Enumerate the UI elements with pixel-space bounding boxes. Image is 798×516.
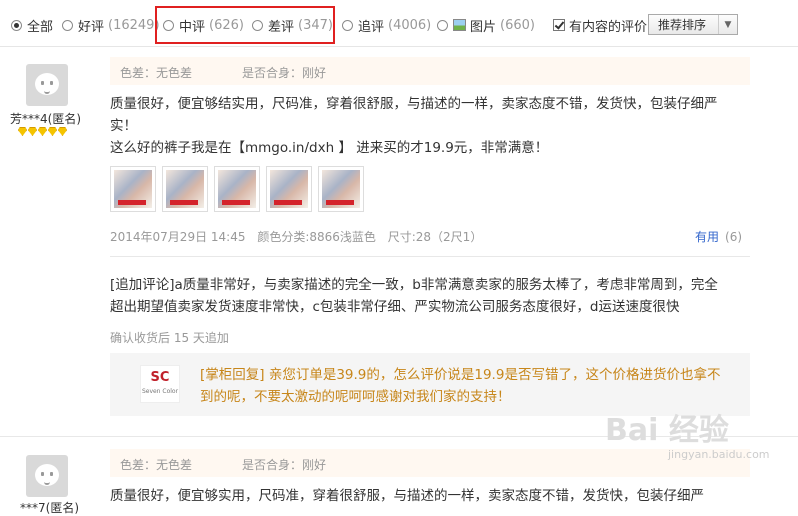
review-text-line: 实！ <box>110 118 137 134</box>
watermark-url: jingyan.baidu.com <box>668 448 770 461</box>
filter-good-label: 好评 <box>78 19 105 35</box>
radio-icon[interactable] <box>342 19 353 31</box>
buyer-level-badge <box>18 127 67 136</box>
fit-info: 是否合身：刚好 <box>242 66 327 80</box>
diamond-icon <box>28 127 37 136</box>
filter-picture-label: 图片 <box>470 19 497 35</box>
sort-dropdown-value: 推荐排序 <box>658 18 707 32</box>
fit-info: 是否合身：刚好 <box>242 458 327 472</box>
review-photo-thumbnail[interactable] <box>266 166 312 212</box>
radio-icon[interactable] <box>11 19 22 31</box>
reviewer-name: 芳***4(匿名) <box>10 112 81 126</box>
shop-logo-mark: SC <box>150 370 170 385</box>
filter-followup[interactable]: 追评 (4006) <box>342 15 431 35</box>
review-photo-thumbnail[interactable] <box>162 166 208 212</box>
filter-picture-count: (660) <box>500 17 535 33</box>
filter-all-label: 全部 <box>27 19 54 35</box>
useful-count: (6) <box>725 230 743 244</box>
review-text: 质量很好，便宜够结实用，尺码准，穿着很舒服，与描述的一样，卖家态度不错，发货快，… <box>110 93 742 159</box>
avatar-eye <box>50 472 53 476</box>
filter-with-content[interactable]: 有内容的评价 <box>553 15 647 35</box>
size-info: 尺寸:28（2尺1） <box>387 230 483 244</box>
review-photo-thumbnail[interactable] <box>318 166 364 212</box>
filter-good-count: (16249) <box>108 17 160 33</box>
followup-text: [追加评论]a质量非常好，与卖家描述的完全一致，b非常满意卖家的服务太棒了，考虑… <box>110 274 742 318</box>
filter-good[interactable]: 好评 (16249) <box>62 15 160 35</box>
review-meta-bar: 色差：无色差 是否合身：刚好 <box>110 449 750 477</box>
diamond-icon <box>38 127 47 136</box>
watermark-logo: Bai 经验 <box>605 413 729 448</box>
filter-followup-count: (4006) <box>388 17 432 33</box>
diamond-icon <box>48 127 57 136</box>
diamond-icon <box>18 127 27 136</box>
review-photo-thumbnail[interactable] <box>214 166 260 212</box>
followup-text-line: 超出期望值卖家发货速度非常快，c包装非常仔细、严实物流公司服务态度很好，d运送速… <box>110 299 680 315</box>
radio-icon[interactable] <box>437 19 448 31</box>
review-photos <box>110 166 364 212</box>
filter-picture[interactable]: 图片 (660) <box>437 15 535 35</box>
review-date: 2014年07月29日 14:45 <box>110 230 246 244</box>
reviewer-name: ***7(匿名) <box>20 501 79 515</box>
review-text: 质量很好，便宜够实用，尺码准，穿着很舒服，与描述的一样，卖家态度不错，发货快，包… <box>110 485 742 507</box>
seller-reply-line: [掌柜回复] 亲您订单是39.9的，怎么评价说是19.9是否写错了，这个价格进货… <box>200 367 721 383</box>
avatar[interactable] <box>26 64 68 106</box>
filter-with-content-label: 有内容的评价 <box>569 19 648 35</box>
avatar-eye <box>41 81 44 85</box>
diamond-icon <box>58 127 67 136</box>
followup-text-line: [追加评论]a质量非常好，与卖家描述的完全一致，b非常满意卖家的服务太棒了，考虑… <box>110 277 718 293</box>
divider <box>110 256 750 257</box>
review-text-line: 质量很好，便宜够实用，尺码准，穿着很舒服，与描述的一样，卖家态度不错，发货快，包… <box>110 488 704 504</box>
color-diff: 色差：无色差 <box>120 66 193 80</box>
chevron-down-icon[interactable]: ▼ <box>718 15 737 34</box>
picture-icon <box>453 19 466 31</box>
filter-followup-label: 追评 <box>358 19 385 35</box>
color-class: 颜色分类:8866浅蓝色 <box>257 230 376 244</box>
avatar-eye <box>41 472 44 476</box>
shop-logo: SC Seven Color <box>140 365 180 403</box>
useful-link[interactable]: 有用 <box>695 230 719 244</box>
review-text-line: 这么好的裤子我是在【mmgo.in/dxh 】 进来买的才19.9元，非常满意！ <box>110 140 549 156</box>
filter-all[interactable]: 全部 <box>11 15 53 35</box>
review-filter-bar: 全部 好评 (16249) 中评 (626) 差评 (347) 追评 (4006… <box>0 0 798 47</box>
followup-note: 确认收货后 15 天追加 <box>110 331 229 345</box>
review-text-line: 质量很好，便宜够结实用，尺码准，穿着很舒服，与描述的一样，卖家态度不错，发货快，… <box>110 96 718 112</box>
highlight-box <box>155 6 335 44</box>
review-date-line: 2014年07月29日 14:45 颜色分类:8866浅蓝色 尺寸:28（2尺1… <box>110 228 490 245</box>
color-diff: 色差：无色差 <box>120 458 193 472</box>
sort-dropdown[interactable]: 推荐排序 ▼ <box>648 14 738 35</box>
review-meta-bar: 色差：无色差 是否合身：刚好 <box>110 57 750 85</box>
review-photo-thumbnail[interactable] <box>110 166 156 212</box>
checkbox-icon[interactable] <box>553 19 565 31</box>
avatar-eye <box>50 81 53 85</box>
shop-logo-sub: Seven Color <box>141 388 179 395</box>
useful-vote[interactable]: 有用 (6) <box>695 228 742 245</box>
avatar[interactable] <box>26 455 68 497</box>
radio-icon[interactable] <box>62 19 73 31</box>
seller-reply-text: [掌柜回复] 亲您订单是39.9的，怎么评价说是19.9是否写错了，这个价格进货… <box>200 364 740 408</box>
